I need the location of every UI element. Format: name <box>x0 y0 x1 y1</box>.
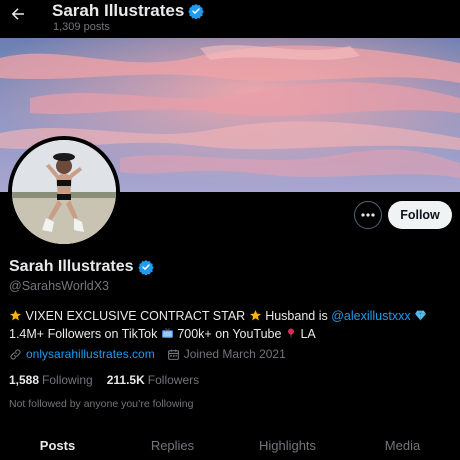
calendar-icon <box>167 349 179 360</box>
bio-text-2: Husband is <box>265 309 328 323</box>
post-count: 1,309 posts <box>53 21 110 33</box>
star-emoji-icon <box>10 310 21 321</box>
tab-media[interactable]: Media <box>345 430 460 460</box>
tv-emoji-icon <box>161 327 173 338</box>
more-options-button[interactable] <box>354 201 382 229</box>
follow-stats: 1,588 Following 211.5K Followers <box>9 373 213 387</box>
joined-date: Joined March 2021 <box>183 347 286 361</box>
more-icon <box>361 213 375 217</box>
profile-handle: @SarahsWorldX3 <box>9 279 109 293</box>
verified-badge-icon[interactable] <box>137 259 154 276</box>
back-arrow-icon[interactable] <box>8 4 28 24</box>
tab-posts[interactable]: Posts <box>0 430 115 460</box>
website-item[interactable]: onlysarahillustrates.com <box>9 347 155 361</box>
bio-mention-link[interactable]: @alexillustxxx <box>331 309 410 323</box>
profile-name: Sarah Illustrates <box>9 258 134 275</box>
diamond-emoji-icon <box>415 310 427 321</box>
pin-emoji-icon <box>287 328 294 339</box>
header-title: Sarah Illustrates <box>52 1 205 21</box>
star-emoji-icon <box>249 310 261 321</box>
followers-stat[interactable]: 211.5K Followers <box>107 373 199 387</box>
followers-count: 211.5K <box>106 373 145 387</box>
following-stat[interactable]: 1,588 Following <box>9 373 93 387</box>
website-link[interactable]: onlysarahillustrates.com <box>26 347 155 361</box>
followers-label: Followers <box>147 373 200 387</box>
bio-text-6: LA <box>300 327 316 341</box>
header-name: Sarah Illustrates <box>52 1 185 20</box>
top-bar: Sarah Illustrates 1,309 posts <box>0 0 460 38</box>
bio-text-5: 700k+ on YouTube <box>177 327 282 341</box>
profile-tabs: Posts Replies Highlights Media <box>0 430 460 460</box>
joined-item: Joined March 2021 <box>167 347 286 361</box>
tab-replies[interactable]: Replies <box>115 430 230 460</box>
profile-bio: VIXEN EXCLUSIVE CONTRACT STAR Husband is… <box>9 307 454 343</box>
follow-button[interactable]: Follow <box>388 201 452 229</box>
bio-text-3: 1.4M+ <box>9 327 45 341</box>
tab-highlights[interactable]: Highlights <box>230 430 345 460</box>
not-followed-note: Not followed by anyone you’re following <box>9 398 194 410</box>
following-count: 1,588 <box>9 373 40 387</box>
verified-badge-icon <box>188 3 205 20</box>
profile-meta: onlysarahillustrates.com Joined March 20… <box>9 347 298 361</box>
following-label: Following <box>42 373 93 387</box>
bio-text-4: Followers on TikTok <box>47 327 158 341</box>
link-icon <box>10 348 21 360</box>
bio-text-1: VIXEN EXCLUSIVE CONTRACT STAR <box>25 309 246 323</box>
profile-avatar[interactable] <box>8 136 120 248</box>
profile-name-row: Sarah Illustrates <box>9 258 154 276</box>
